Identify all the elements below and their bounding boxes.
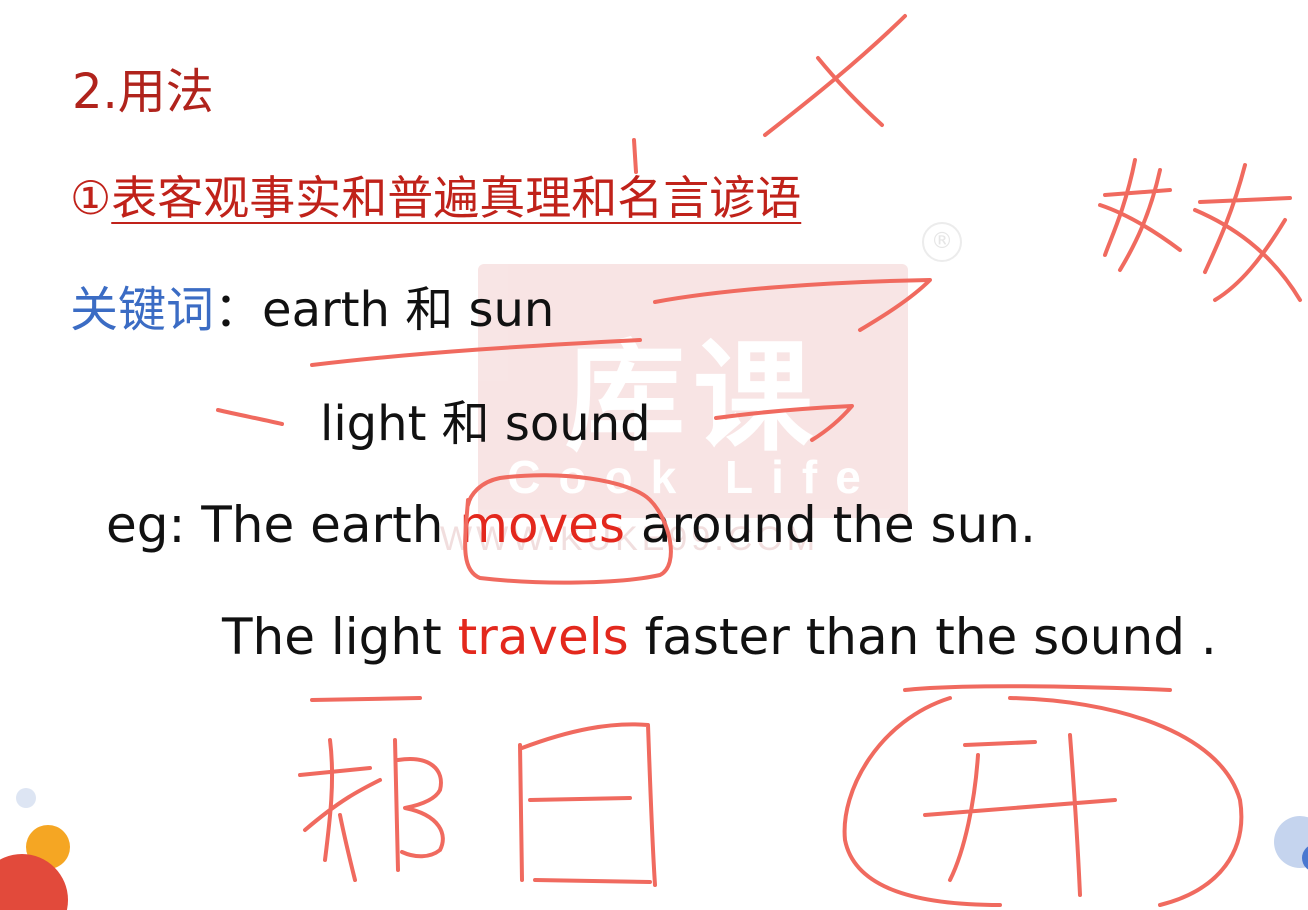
ink-vertical-tick xyxy=(632,138,638,174)
deco-dot-blue xyxy=(16,788,36,808)
ink-char-kai xyxy=(923,733,1117,897)
ink-char-dou xyxy=(298,738,445,882)
ink-circle-moves xyxy=(463,473,673,585)
ink-circle-kai xyxy=(842,696,1244,907)
ink-underline-earth xyxy=(310,338,642,367)
ink-arrow-sound xyxy=(714,404,854,442)
ink-dash-light xyxy=(216,408,284,426)
ink-arrow-sun xyxy=(653,278,932,332)
ink-cross-mark xyxy=(763,14,907,137)
ink-line-top xyxy=(903,684,1172,692)
ink-char-nu-1 xyxy=(1098,158,1182,272)
ink-char-ri xyxy=(518,722,657,887)
ink-underline-light xyxy=(310,696,422,702)
ink-char-nu-2 xyxy=(1193,163,1302,302)
handwriting-annotations xyxy=(0,14,1308,910)
